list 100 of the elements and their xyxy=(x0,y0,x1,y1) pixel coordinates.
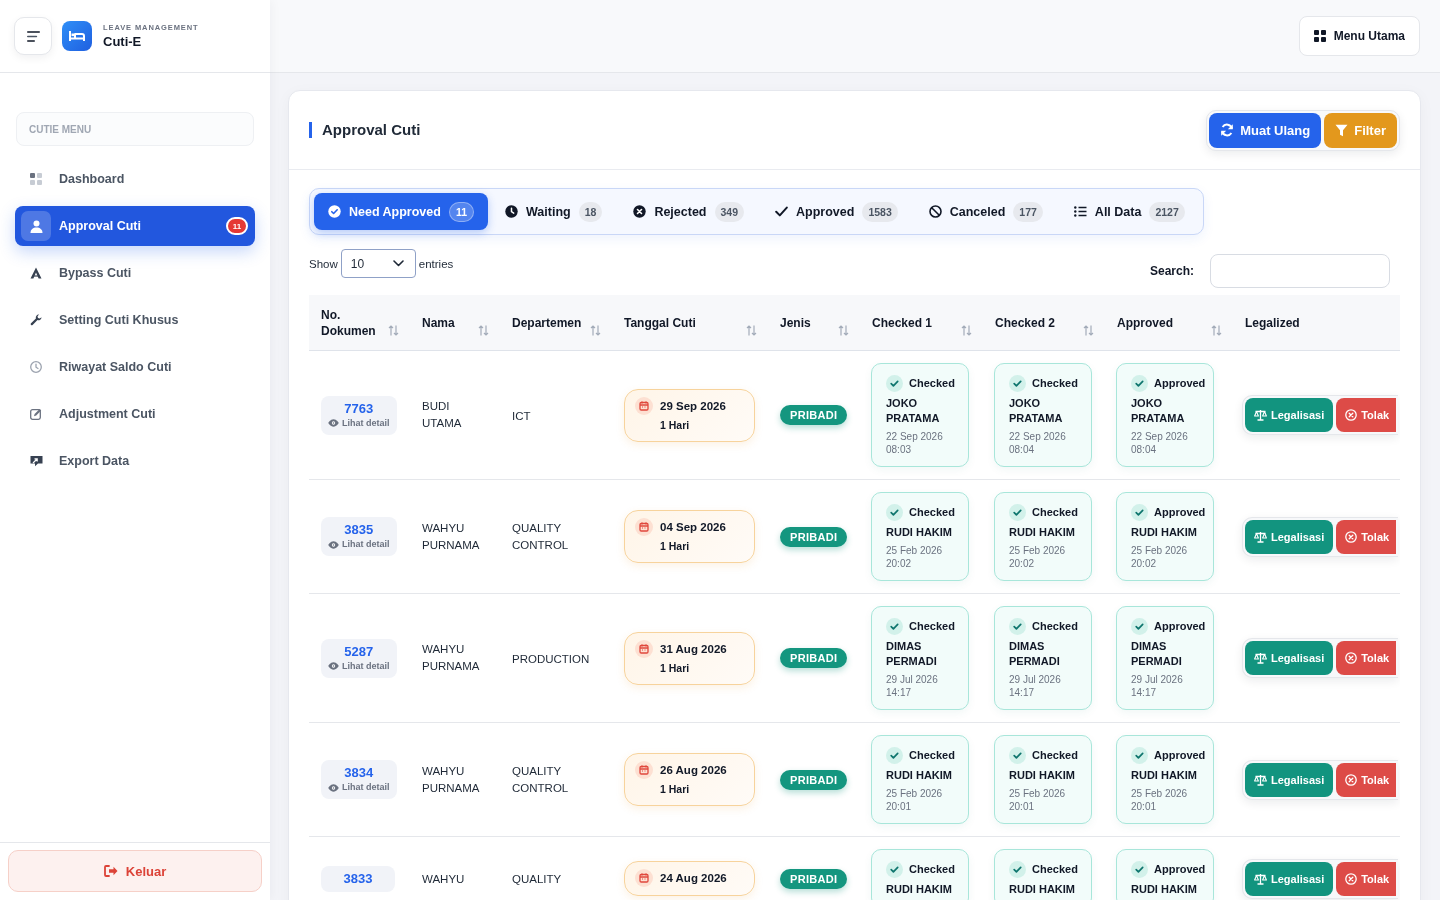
grid-icon xyxy=(30,173,42,185)
approver-name: RUDI HAKIM xyxy=(1131,768,1198,783)
grid-icon xyxy=(1313,30,1326,42)
check-circle-icon xyxy=(1131,503,1148,521)
legalize-button[interactable]: Legalisasi xyxy=(1245,398,1334,432)
sidebar-item[interactable]: Dashboard xyxy=(15,159,255,199)
check-circle-icon xyxy=(886,746,903,764)
calendar-icon xyxy=(635,518,653,536)
reload-button[interactable]: Muat Ulang xyxy=(1209,112,1322,148)
tab[interactable]: Need Approved 11 xyxy=(314,193,489,230)
tab[interactable]: Waiting 18 xyxy=(491,193,617,230)
approval-status: Checked xyxy=(1032,377,1078,389)
reject-button[interactable]: Tolak xyxy=(1336,762,1397,797)
tab[interactable]: Approved 1583 xyxy=(761,193,912,230)
page-size-select[interactable]: 10 xyxy=(340,249,416,278)
column-header: Tanggal Cuti xyxy=(624,314,696,331)
triangle-icon xyxy=(30,267,42,279)
list-icon xyxy=(1073,206,1087,217)
sidebar-item[interactable]: Bypass Cuti xyxy=(15,253,255,293)
sidebar-item[interactable]: Setting Cuti Khusus xyxy=(15,300,255,340)
check-circle-icon xyxy=(1131,617,1148,635)
sidebar-item[interactable]: Adjustment Cuti xyxy=(15,394,255,434)
check-circle-icon xyxy=(1131,374,1148,392)
leave-date: 26 Aug 2026 xyxy=(660,763,727,778)
leave-date: 24 Aug 2026 xyxy=(660,871,727,886)
approval-status: Checked xyxy=(1032,620,1078,632)
approver-name: RUDI HAKIM xyxy=(886,882,953,897)
main-menu-button[interactable]: Menu Utama xyxy=(1298,16,1420,56)
approval-time: 29 Jul 2026 14:17 xyxy=(1009,673,1062,699)
x-circle-icon xyxy=(633,205,647,218)
sidebar-item[interactable]: Export Data xyxy=(15,441,255,481)
document-link[interactable]: 5287 Lihat detail xyxy=(321,638,397,678)
logout-button[interactable]: Keluar xyxy=(8,850,262,892)
check-circle-icon xyxy=(886,503,903,521)
eye-icon xyxy=(328,662,339,670)
user-icon xyxy=(21,211,51,241)
menu-button[interactable] xyxy=(14,17,52,55)
document-link[interactable]: 3835 Lihat detail xyxy=(321,517,397,556)
approval-status: Approved xyxy=(1154,506,1206,518)
check-icon xyxy=(775,206,789,217)
approval-time: 22 Sep 2026 08:04 xyxy=(1009,430,1067,456)
count-badge: 11 xyxy=(448,201,475,222)
scale-icon xyxy=(1254,652,1267,664)
legalize-button[interactable]: Legalisasi xyxy=(1245,519,1334,554)
legalize-button[interactable]: Legalisasi xyxy=(1245,641,1334,675)
sidebar-item[interactable]: Approval Cuti 11 xyxy=(15,206,255,246)
leave-type-badge: PRIBADI xyxy=(780,868,848,889)
approver-name: RUDI HAKIM xyxy=(1131,525,1198,540)
leave-duration: 1 Hari xyxy=(660,660,691,676)
tab[interactable]: Rejected 349 xyxy=(619,193,759,230)
column-header: Approved xyxy=(1117,314,1173,331)
logout-icon xyxy=(103,865,118,877)
document-link[interactable]: 3834 Lihat detail xyxy=(321,760,397,799)
document-link[interactable]: 7763 Lihat detail xyxy=(321,395,397,435)
column-header: Departemen xyxy=(512,314,582,331)
approval-time: 25 Feb 2026 20:02 xyxy=(1009,544,1067,570)
clock-icon xyxy=(30,361,42,373)
legalize-button[interactable]: Legalisasi xyxy=(1245,762,1334,797)
count-badge: 18 xyxy=(578,201,603,222)
count-badge: 11 xyxy=(226,217,248,235)
count-badge: 349 xyxy=(714,201,745,222)
check-circle-icon xyxy=(328,205,341,218)
approval-status: Checked xyxy=(1032,749,1078,761)
approval-status: Checked xyxy=(1032,506,1078,518)
approval-time: 25 Feb 2026 20:01 xyxy=(1131,787,1189,813)
approver-name: RUDI HAKIM xyxy=(1009,525,1076,540)
legalize-button[interactable]: Legalisasi xyxy=(1245,861,1334,896)
reject-button[interactable]: Tolak xyxy=(1336,641,1397,675)
check-circle-icon xyxy=(886,860,903,878)
check-circle-icon xyxy=(1009,374,1026,392)
x-circle-icon xyxy=(1345,530,1358,543)
leave-type-badge: PRIBADI xyxy=(780,648,848,668)
reject-button[interactable]: Tolak xyxy=(1336,519,1397,554)
reject-button[interactable]: Tolak xyxy=(1336,861,1397,896)
calendar-icon xyxy=(635,396,653,415)
tab[interactable]: All Data 2127 xyxy=(1059,193,1199,230)
show-label: Show xyxy=(309,257,338,270)
approval-status: Approved xyxy=(1154,620,1206,632)
approval-status: Checked xyxy=(909,506,955,518)
x-circle-icon xyxy=(1345,773,1358,786)
approval-time: 29 Jul 2026 14:17 xyxy=(1131,673,1184,699)
chevron-down-icon xyxy=(392,260,404,267)
eye-icon xyxy=(328,540,339,549)
column-header: Legalized xyxy=(1245,314,1300,331)
department-name: QUALITY CONTROL xyxy=(512,763,570,796)
document-link[interactable]: 3833 xyxy=(321,865,395,892)
export-icon xyxy=(29,455,43,467)
column-header: Nama xyxy=(422,314,455,331)
count-badge: 1583 xyxy=(862,201,898,222)
leave-type-badge: PRIBADI xyxy=(780,405,848,425)
tab[interactable]: Canceled 177 xyxy=(914,193,1057,230)
clock-icon xyxy=(505,205,519,218)
reject-button[interactable]: Tolak xyxy=(1336,398,1397,432)
filter-icon xyxy=(1335,123,1349,137)
app-name: Cuti-E xyxy=(103,34,143,49)
check-circle-icon xyxy=(1131,860,1148,878)
search-field[interactable] xyxy=(1210,254,1390,288)
sidebar-item[interactable]: Riwayat Saldo Cuti xyxy=(15,347,255,387)
check-circle-icon xyxy=(1009,860,1026,878)
department-name: ICT xyxy=(512,408,531,424)
